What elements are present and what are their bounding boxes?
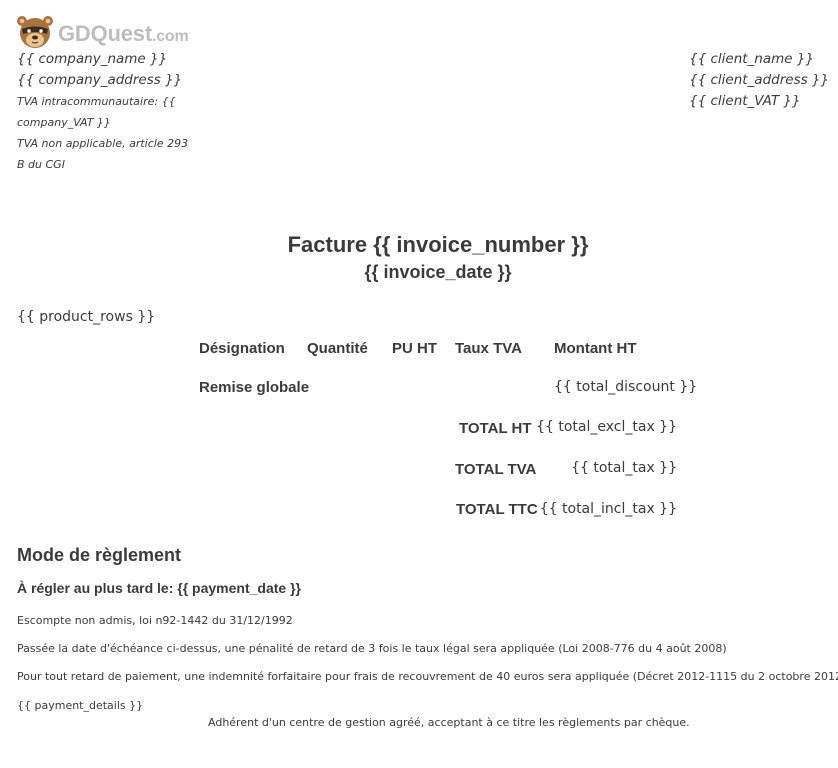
company-name: {{ company_name }}: [17, 51, 168, 67]
logo-tld: .com: [151, 28, 189, 45]
total-ht-value: {{ total_excl_tax }}: [536, 419, 677, 435]
header-montant-ht: Montant HT: [554, 340, 637, 357]
client-vat: {{ client_VAT }}: [689, 93, 801, 109]
total-ht-label: TOTAL HT: [459, 420, 532, 437]
payment-details: {{ payment_details }}: [17, 699, 144, 712]
header-pu-ht: PU HT: [392, 340, 437, 357]
invoice-title: Facture {{ invoice_number }}: [287, 232, 589, 257]
payment-footer: Adhérent d'un centre de gestion agréé, a…: [208, 716, 690, 729]
payment-note-1: Escompte non admis, loi n92-1442 du 31/1…: [17, 614, 293, 627]
company-vat-line-2: company_VAT }}: [17, 116, 111, 129]
payment-note-2: Passée la date d'échéance ci-dessus, une…: [17, 642, 727, 655]
payment-note-3: Pour tout retard de paiement, une indemn…: [17, 670, 838, 683]
tva-note-line-2: B du CGI: [17, 158, 65, 171]
payment-due-date: À régler au plus tard le: {{ payment_dat…: [17, 580, 301, 596]
discount-value: {{ total_discount }}: [554, 379, 698, 395]
logo-name: GDQuest: [58, 21, 152, 46]
total-ttc-label: TOTAL TTC: [456, 501, 538, 518]
tva-note-line-1: TVA non applicable, article 293: [17, 137, 189, 150]
client-address: {{ client_address }}: [689, 72, 830, 88]
payment-section-title: Mode de règlement: [17, 545, 182, 565]
product-rows-placeholder: {{ product_rows }}: [17, 309, 156, 325]
gdquest-logo-icon: [16, 14, 54, 50]
total-ttc-value: {{ total_incl_tax }}: [539, 501, 677, 517]
header-designation: Désignation: [199, 340, 285, 357]
total-tva-label: TOTAL TVA: [455, 461, 537, 478]
gdquest-logo-text: GDQuest.com: [58, 21, 189, 47]
company-address: {{ company_address }}: [17, 72, 183, 88]
client-name: {{ client_name }}: [689, 51, 815, 67]
header-taux-tva: Taux TVA: [455, 340, 522, 357]
company-vat-line-1: TVA intracommunautaire: {{: [17, 95, 176, 108]
header-quantite: Quantité: [307, 340, 368, 357]
discount-label: Remise globale: [199, 379, 310, 396]
total-tva-value: {{ total_tax }}: [571, 460, 677, 476]
invoice-date: {{ invoice_date }}: [364, 262, 512, 282]
